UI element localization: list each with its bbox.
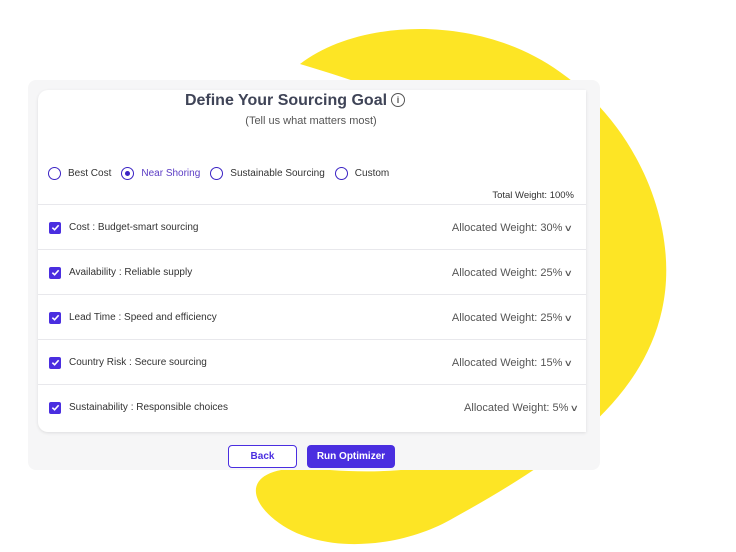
criterion-label: Lead Time : Speed and efficiency <box>69 312 217 323</box>
weight-value: Allocated Weight: 25% <box>451 311 563 324</box>
run-optimizer-button[interactable]: Run Optimizer <box>307 445 395 468</box>
checkbox-cost[interactable] <box>49 221 61 234</box>
radio-near-shoring[interactable]: Near Shoring <box>121 167 200 180</box>
criterion-label: Availability : Reliable supply <box>69 267 193 278</box>
criterion-label: Country Risk : Secure sourcing <box>69 357 207 368</box>
weight-dropdown-cost[interactable]: Allocated Weight: 30% ∨ <box>451 221 574 234</box>
checkmark-icon <box>51 314 59 321</box>
chevron-down-icon: ∨ <box>564 222 574 233</box>
radio-label: Best Cost <box>68 168 112 179</box>
checkbox-availability[interactable] <box>49 266 61 279</box>
checkbox-lead-time[interactable] <box>49 311 61 324</box>
chevron-down-icon: ∨ <box>564 312 574 323</box>
criterion-row-country-risk: Country Risk : Secure sourcing Allocated… <box>38 339 586 385</box>
checkmark-icon <box>51 359 59 366</box>
radio-circle-icon <box>48 167 61 180</box>
radio-custom[interactable]: Custom <box>334 167 390 180</box>
page-subtitle: (Tell us what matters most) <box>245 115 377 127</box>
goal-radio-group: Best Cost Near Shoring Sustainable Sourc… <box>48 167 399 180</box>
radio-label: Sustainable Sourcing <box>230 168 325 179</box>
checkbox-sustainability[interactable] <box>49 401 61 414</box>
weight-value: Allocated Weight: 25% <box>451 266 563 279</box>
page-title-text: Define Your Sourcing Goal <box>184 92 388 109</box>
weight-dropdown-availability[interactable]: Allocated Weight: 25% ∨ <box>451 266 574 279</box>
criterion-row-lead-time: Lead Time : Speed and efficiency Allocat… <box>38 294 586 340</box>
back-button[interactable]: Back <box>228 445 297 468</box>
total-weight: Total Weight: 100% <box>492 190 574 201</box>
chevron-down-icon: ∨ <box>564 267 574 278</box>
chevron-down-icon: ∨ <box>564 357 574 368</box>
checkmark-icon <box>51 224 59 231</box>
weight-dropdown-sustainability[interactable]: Allocated Weight: 5% ∨ <box>464 401 580 414</box>
checkmark-icon <box>51 269 59 276</box>
weight-value: Allocated Weight: 15% <box>451 356 563 369</box>
weight-dropdown-country-risk[interactable]: Allocated Weight: 15% ∨ <box>451 356 574 369</box>
radio-selected-icon <box>121 167 135 180</box>
radio-sustainable-sourcing[interactable]: Sustainable Sourcing <box>210 167 325 180</box>
criterion-label: Sustainability : Responsible choices <box>69 402 228 413</box>
criterion-row-sustainability: Sustainability : Responsible choices All… <box>38 384 586 430</box>
criterion-label: Cost : Budget-smart sourcing <box>69 222 199 233</box>
weight-dropdown-lead-time[interactable]: Allocated Weight: 25% ∨ <box>451 311 574 324</box>
chevron-down-icon: ∨ <box>570 402 580 413</box>
checkmark-icon <box>51 404 59 411</box>
weight-value: Allocated Weight: 5% <box>464 401 569 414</box>
radio-circle-icon <box>334 167 348 180</box>
checkbox-country-risk[interactable] <box>49 356 61 369</box>
radio-label: Custom <box>354 168 390 179</box>
info-circle-icon[interactable]: i <box>391 93 406 107</box>
radio-label: Near Shoring <box>141 168 201 179</box>
criterion-row-availability: Availability : Reliable supply Allocated… <box>38 249 586 295</box>
page-title: Define Your Sourcing Goal i <box>0 92 590 110</box>
radio-best-cost[interactable]: Best Cost <box>48 167 111 180</box>
criterion-row-cost: Cost : Budget-smart sourcing Allocated W… <box>38 204 586 250</box>
weight-value: Allocated Weight: 30% <box>451 221 563 234</box>
radio-circle-icon <box>210 167 224 180</box>
